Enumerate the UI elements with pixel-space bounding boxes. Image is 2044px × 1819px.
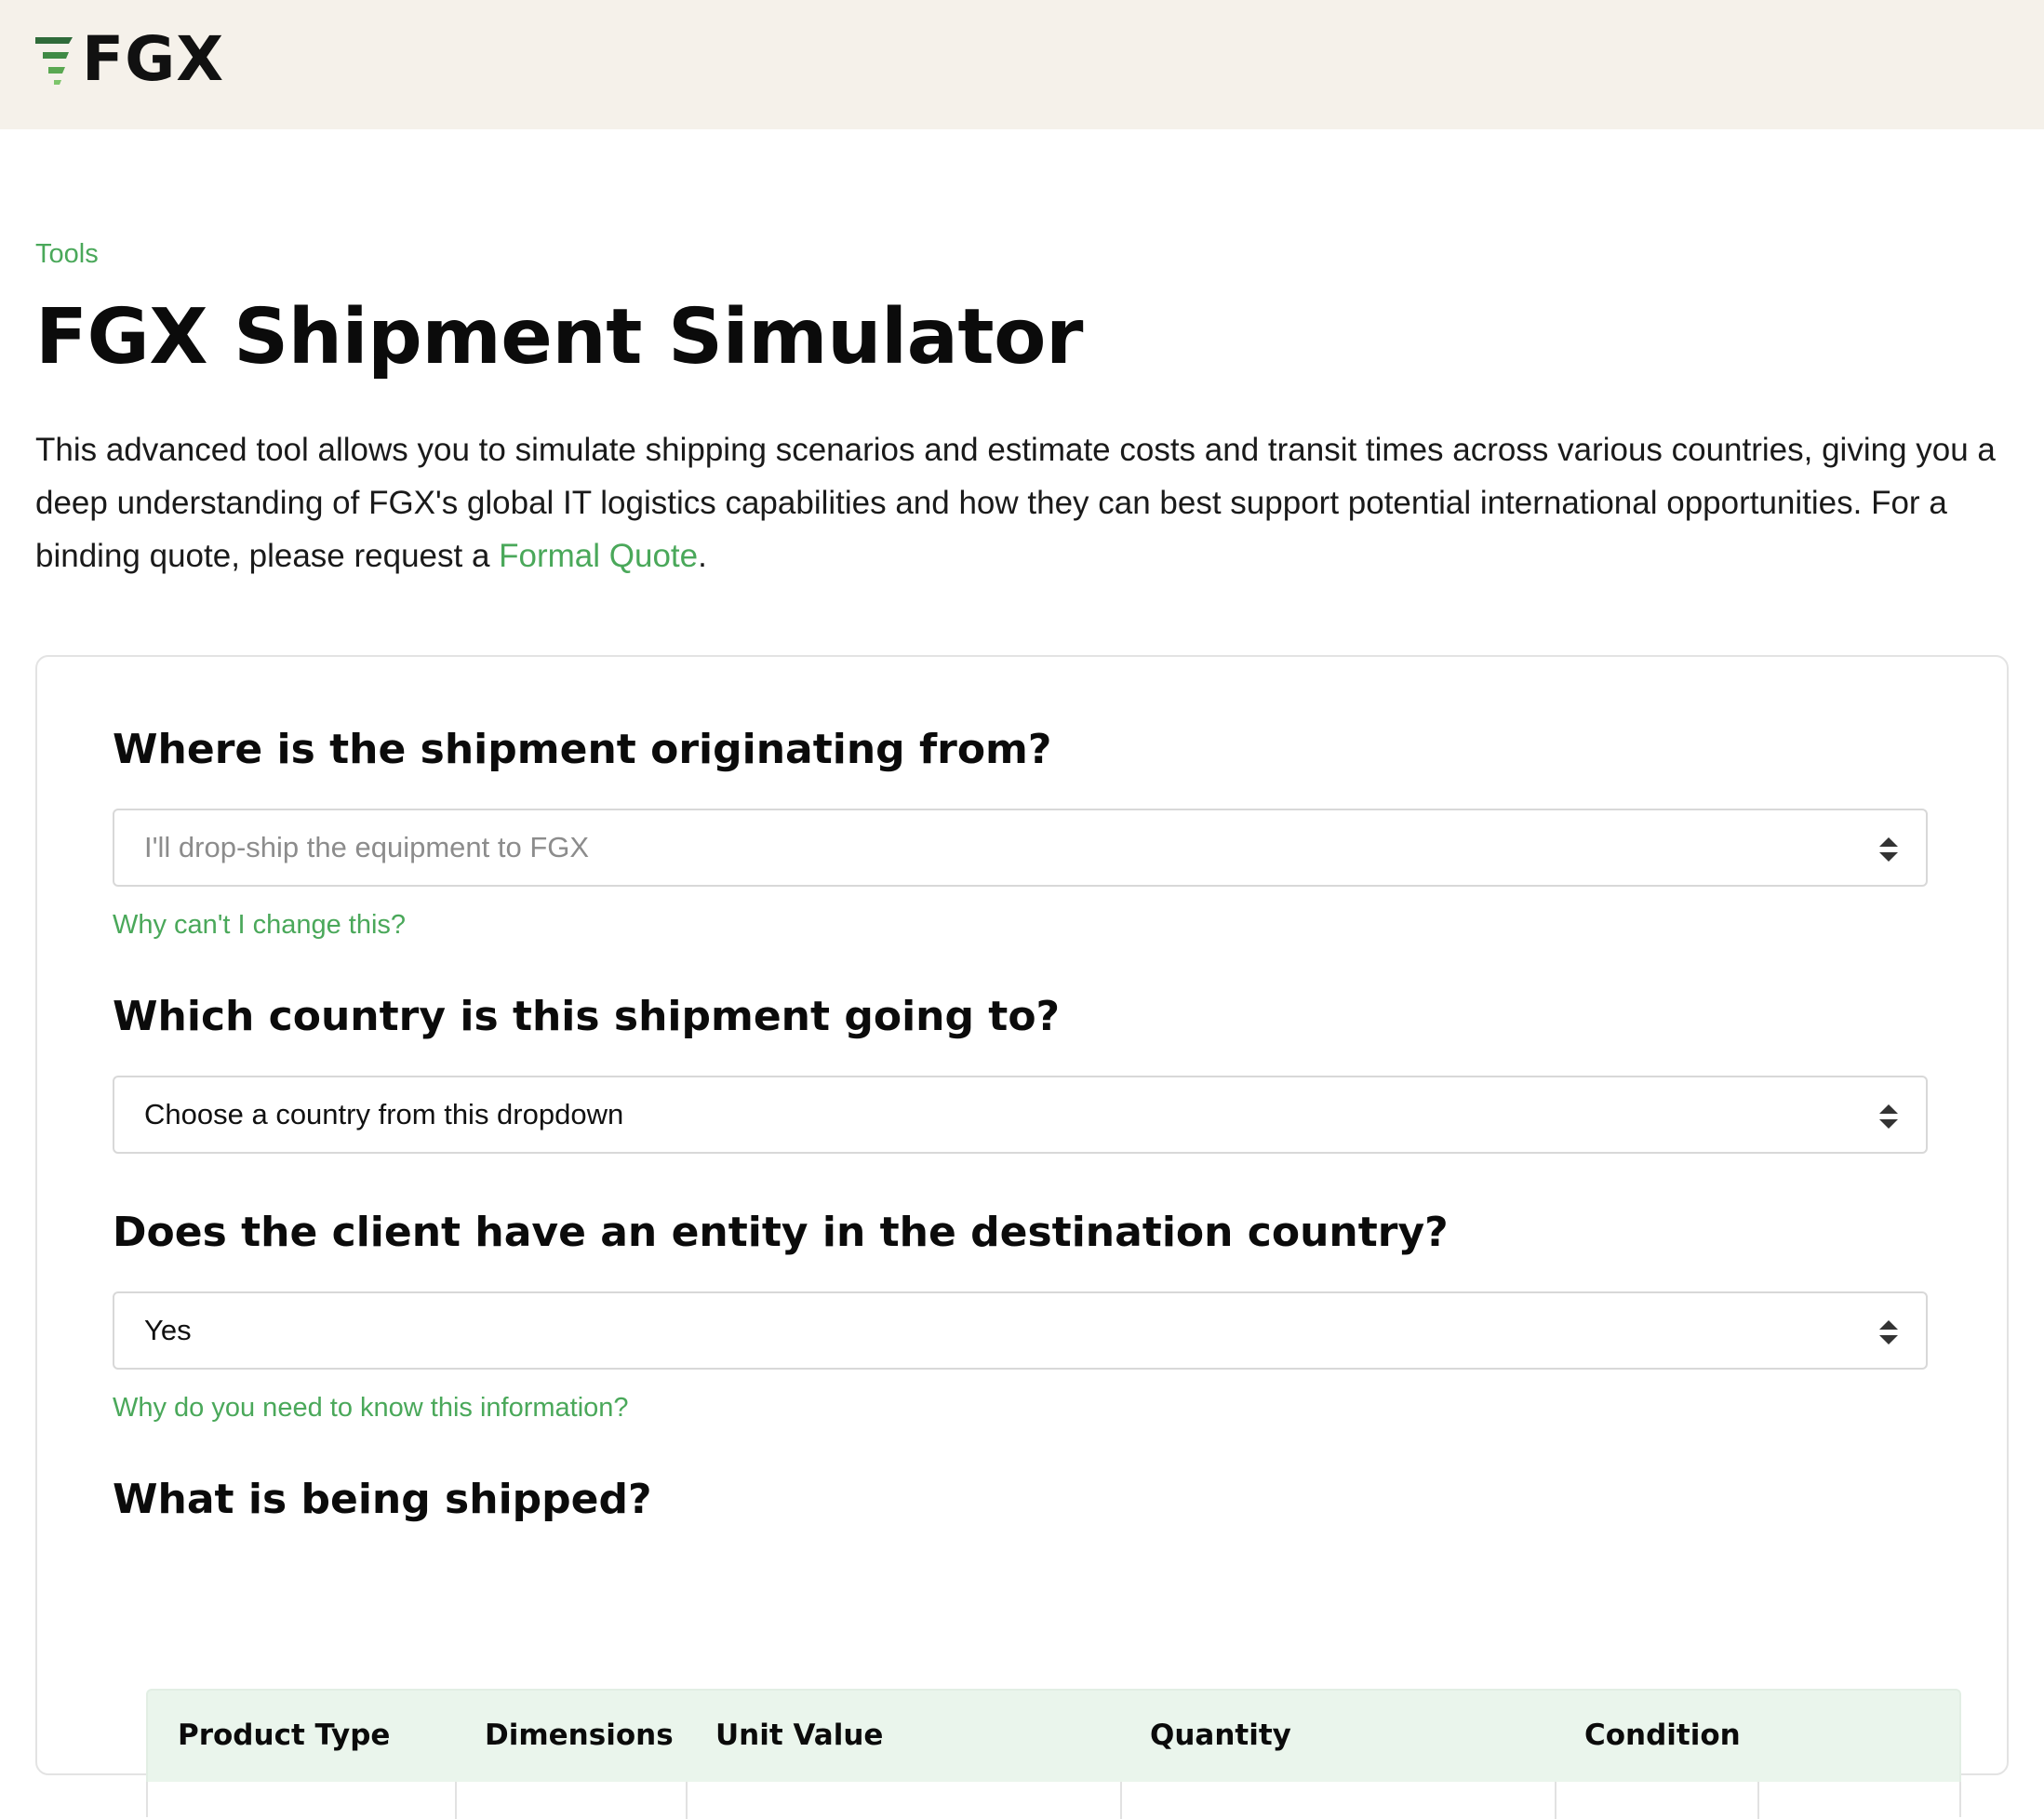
select-arrows-icon (1879, 1320, 1898, 1344)
entity-question: Does the client have an entity in the de… (113, 1209, 1449, 1256)
entity-select[interactable]: Yes (113, 1291, 1928, 1370)
intro-end: . (698, 538, 707, 574)
select-arrows-icon (1879, 837, 1898, 862)
column-divider (686, 1782, 688, 1819)
products-table-header: Product Type Dimensions Unit Value Quant… (146, 1689, 1961, 1782)
column-divider (455, 1782, 457, 1819)
origin-question: Where is the shipment originating from? (113, 726, 1052, 773)
formal-quote-link[interactable]: Formal Quote (499, 538, 698, 574)
destination-question: Which country is this shipment going to? (113, 993, 1061, 1040)
why-cant-change-link[interactable]: Why can't I change this? (113, 910, 406, 941)
intro-paragraph: This advanced tool allows you to simulat… (35, 423, 2008, 582)
logo-text: FGX (82, 23, 225, 95)
fgx-logo[interactable]: FGX (35, 23, 225, 95)
column-divider (1757, 1782, 1759, 1819)
page-title: FGX Shipment Simulator (35, 293, 1083, 381)
intro-text: This advanced tool allows you to simulat… (35, 432, 1996, 574)
select-arrows-icon (1879, 1104, 1898, 1129)
top-bar: FGX (0, 0, 2044, 129)
origin-select[interactable]: I'll drop-ship the equipment to FGX (113, 809, 1928, 887)
column-header-dimensions: Dimensions (485, 1719, 674, 1752)
column-header-condition: Condition (1584, 1719, 1741, 1752)
column-divider (1120, 1782, 1122, 1819)
products-table-body (146, 1782, 1961, 1819)
entity-select-value: Yes (144, 1314, 192, 1346)
simulator-form-card: Where is the shipment originating from? … (35, 655, 2009, 1775)
shipped-question: What is being shipped? (113, 1476, 652, 1523)
destination-country-select[interactable]: Choose a country from this dropdown (113, 1076, 1928, 1154)
destination-select-value: Choose a country from this dropdown (144, 1098, 624, 1130)
why-need-info-link[interactable]: Why do you need to know this information… (113, 1393, 629, 1424)
breadcrumb-tools[interactable]: Tools (35, 239, 99, 270)
column-header-product-type: Product Type (178, 1719, 391, 1752)
column-header-unit-value: Unit Value (715, 1719, 884, 1752)
fgx-stripes-logo-icon (35, 37, 73, 85)
origin-select-value: I'll drop-ship the equipment to FGX (144, 831, 590, 863)
column-header-quantity: Quantity (1150, 1719, 1291, 1752)
column-divider (1555, 1782, 1556, 1819)
